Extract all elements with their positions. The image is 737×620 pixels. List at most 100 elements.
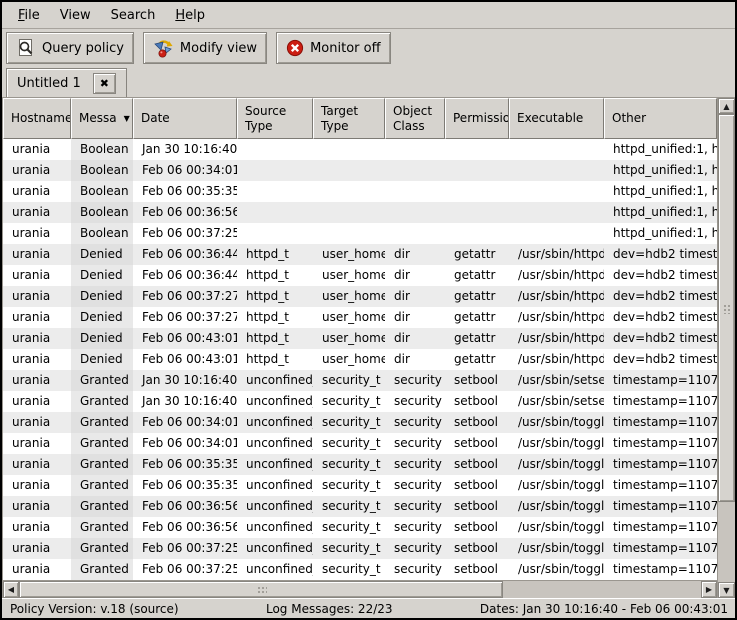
column-header-source-type[interactable]: Source Type	[237, 98, 313, 139]
cell-date: Feb 06 00:37:27	[133, 307, 237, 328]
query-policy-button[interactable]: Query policy	[6, 32, 134, 64]
cell-date: Feb 06 00:37:25	[133, 559, 237, 580]
cell-other: dev=hdb2 timesta	[604, 286, 717, 307]
column-header-hostname[interactable]: Hostname	[3, 98, 71, 139]
column-header-message[interactable]: Messa▼	[71, 98, 133, 139]
table-row[interactable]: uraniaDeniedFeb 06 00:43:01httpd_tuser_h…	[3, 328, 717, 349]
cell-permission	[445, 181, 509, 202]
table-row[interactable]: uraniaBooleanFeb 06 00:35:35httpd_unifie…	[3, 181, 717, 202]
scroll-up-button[interactable]: ▲	[718, 98, 735, 114]
horizontal-scroll-thumb[interactable]	[19, 581, 503, 598]
cell-executable: /usr/sbin/httpd	[509, 286, 604, 307]
table-row[interactable]: uraniaDeniedFeb 06 00:37:27httpd_tuser_h…	[3, 286, 717, 307]
cell-permission	[445, 139, 509, 160]
scroll-down-button[interactable]: ▼	[718, 582, 735, 598]
table-row[interactable]: uraniaGrantedJan 30 10:16:40unconfined_s…	[3, 391, 717, 412]
cell-hostname: urania	[3, 160, 71, 181]
tab-bar: Untitled 1 ✖	[2, 67, 735, 97]
cell-message: Granted	[71, 370, 133, 391]
cell-source-type: unconfined_	[237, 370, 313, 391]
cell-executable: /usr/sbin/toggle	[509, 412, 604, 433]
cell-message: Denied	[71, 307, 133, 328]
cell-executable: /usr/sbin/setseb	[509, 391, 604, 412]
column-header-other[interactable]: Other	[604, 98, 717, 139]
monitor-off-icon	[286, 39, 304, 57]
table-row[interactable]: uraniaBooleanFeb 06 00:34:01httpd_unifie…	[3, 160, 717, 181]
cell-source-type: unconfined_	[237, 433, 313, 454]
table-row[interactable]: uraniaGrantedFeb 06 00:34:01unconfined_s…	[3, 412, 717, 433]
cell-target-type: user_home_	[313, 244, 385, 265]
cell-target-type: security_t	[313, 538, 385, 559]
table-row[interactable]: uraniaBooleanJan 30 10:16:40httpd_unifie…	[3, 139, 717, 160]
monitor-off-button[interactable]: Monitor off	[276, 32, 390, 64]
table-row[interactable]: uraniaDeniedFeb 06 00:36:44httpd_tuser_h…	[3, 244, 717, 265]
table-row[interactable]: uraniaDeniedFeb 06 00:37:27httpd_tuser_h…	[3, 307, 717, 328]
cell-permission: getattr	[445, 307, 509, 328]
cell-target-type	[313, 223, 385, 244]
table-row[interactable]: uraniaBooleanFeb 06 00:37:25httpd_unifie…	[3, 223, 717, 244]
table-row[interactable]: uraniaGrantedJan 30 10:16:40unconfined_s…	[3, 370, 717, 391]
cell-other: timestamp=11076	[604, 454, 717, 475]
log-messages-status: Log Messages: 22/23	[179, 602, 480, 616]
column-header-executable[interactable]: Executable	[509, 98, 604, 139]
vertical-scroll-thumb[interactable]	[718, 114, 735, 502]
tab-close-button[interactable]: ✖	[93, 73, 116, 94]
modify-view-button[interactable]: Modify view	[143, 32, 267, 64]
cell-target-type: user_home_	[313, 265, 385, 286]
cell-source-type	[237, 160, 313, 181]
cell-hostname: urania	[3, 370, 71, 391]
cell-hostname: urania	[3, 223, 71, 244]
vertical-scroll-trough[interactable]	[718, 114, 735, 582]
column-header-date[interactable]: Date	[133, 98, 237, 139]
cell-hostname: urania	[3, 328, 71, 349]
column-header-permission[interactable]: Permission	[445, 98, 509, 139]
table-row[interactable]: uraniaBooleanFeb 06 00:36:56httpd_unifie…	[3, 202, 717, 223]
column-header-target-type[interactable]: Target Type	[313, 98, 385, 139]
cell-message: Boolean	[71, 139, 133, 160]
cell-executable	[509, 160, 604, 181]
cell-permission: setbool	[445, 538, 509, 559]
table-row[interactable]: uraniaGrantedFeb 06 00:36:56unconfined_s…	[3, 496, 717, 517]
cell-hostname: urania	[3, 496, 71, 517]
cell-other: dev=hdb2 timesta	[604, 244, 717, 265]
cell-other: timestamp=11076	[604, 433, 717, 454]
cell-executable	[509, 181, 604, 202]
menu-item-view[interactable]: View	[50, 5, 101, 26]
cell-hostname: urania	[3, 412, 71, 433]
horizontal-scroll-trough[interactable]	[19, 581, 701, 598]
cell-source-type	[237, 181, 313, 202]
cell-permission: setbool	[445, 517, 509, 538]
cell-message: Granted	[71, 517, 133, 538]
table-row[interactable]: uraniaDeniedFeb 06 00:43:01httpd_tuser_h…	[3, 349, 717, 370]
table-row[interactable]: uraniaGrantedFeb 06 00:35:35unconfined_s…	[3, 454, 717, 475]
thumb-grip	[722, 303, 731, 314]
scroll-left-button[interactable]: ◀	[3, 581, 19, 598]
tab-untitled-1[interactable]: Untitled 1 ✖	[6, 68, 127, 97]
cell-message: Denied	[71, 349, 133, 370]
menu-item-search[interactable]: Search	[101, 5, 166, 26]
column-header-object-class[interactable]: Object Class	[385, 98, 445, 139]
cell-message: Granted	[71, 559, 133, 580]
cell-other: dev=hdb2 timesta	[604, 328, 717, 349]
vertical-scrollbar[interactable]: ▲ ▼	[717, 98, 735, 598]
table-row[interactable]: uraniaGrantedFeb 06 00:35:35unconfined_s…	[3, 475, 717, 496]
cell-permission: getattr	[445, 328, 509, 349]
menu-item-file[interactable]: File	[8, 5, 50, 26]
cell-date: Jan 30 10:16:40	[133, 370, 237, 391]
close-icon: ✖	[100, 77, 109, 90]
table-row[interactable]: uraniaGrantedFeb 06 00:37:25unconfined_s…	[3, 538, 717, 559]
modify-view-icon	[153, 38, 174, 59]
table-row[interactable]: uraniaGrantedFeb 06 00:34:01unconfined_s…	[3, 433, 717, 454]
menu-item-help[interactable]: Help	[165, 5, 215, 26]
seaudit-window: File View Search Help Query policy	[0, 0, 737, 620]
cell-permission: setbool	[445, 433, 509, 454]
horizontal-scrollbar[interactable]: ◀ ▶	[3, 580, 717, 598]
cell-target-type: user_home_	[313, 349, 385, 370]
table-row[interactable]: uraniaDeniedFeb 06 00:36:44httpd_tuser_h…	[3, 265, 717, 286]
cell-message: Boolean	[71, 160, 133, 181]
cell-date: Feb 06 00:37:25	[133, 223, 237, 244]
table-row[interactable]: uraniaGrantedFeb 06 00:36:56unconfined_s…	[3, 517, 717, 538]
scroll-right-button[interactable]: ▶	[701, 581, 717, 598]
table-row[interactable]: uraniaGrantedFeb 06 00:37:25unconfined_s…	[3, 559, 717, 580]
cell-other: timestamp=11076	[604, 475, 717, 496]
